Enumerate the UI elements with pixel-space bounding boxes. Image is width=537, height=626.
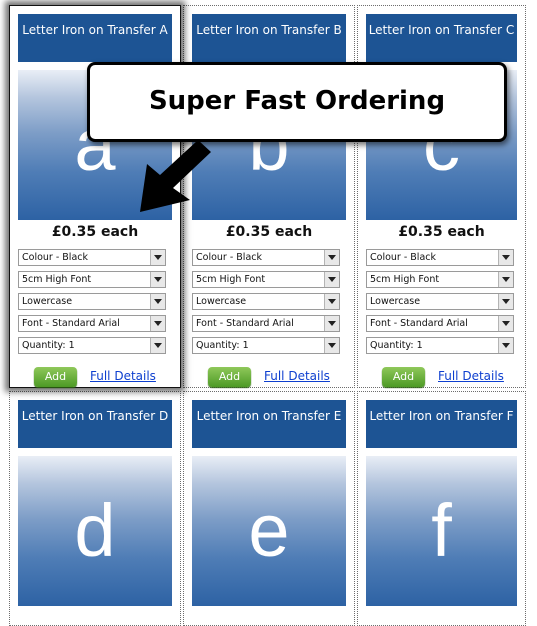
pointer-arrow-icon xyxy=(140,140,211,212)
